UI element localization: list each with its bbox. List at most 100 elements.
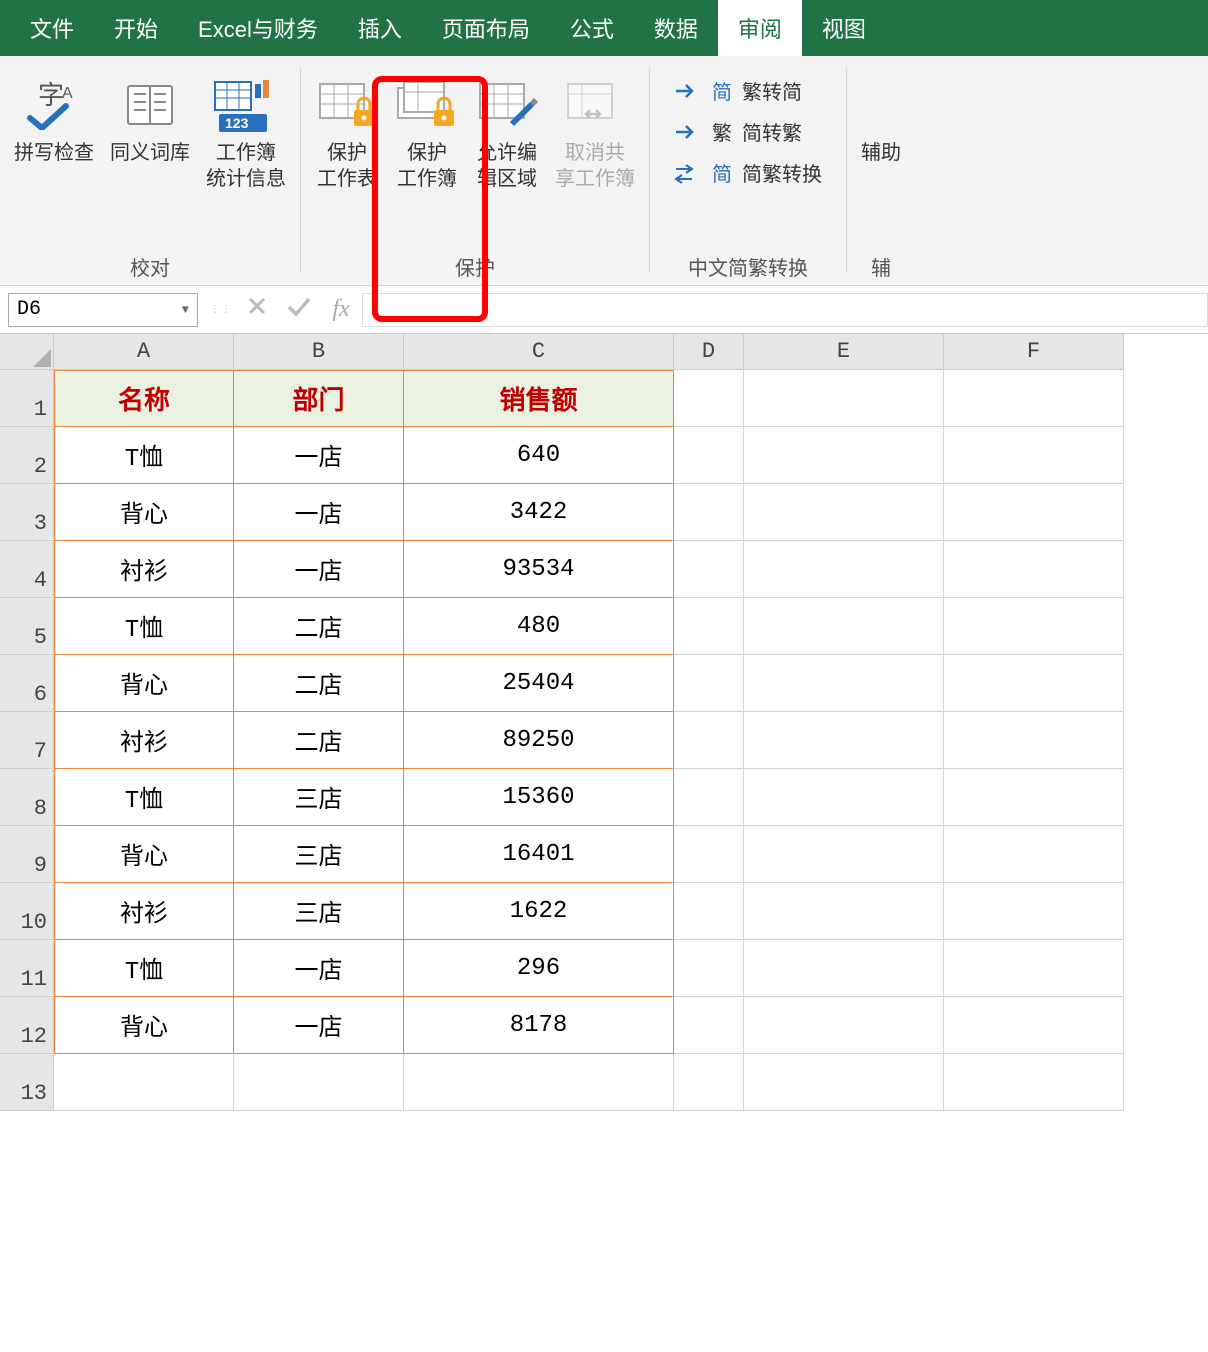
cell[interactable] (674, 541, 744, 598)
simp-to-trad-button[interactable]: 繁 简转繁 (674, 117, 822, 146)
menu-item-5[interactable]: 公式 (550, 0, 634, 56)
cell[interactable]: 销售额 (404, 370, 674, 427)
cell[interactable] (944, 1054, 1124, 1111)
cell[interactable]: 衬衫 (54, 541, 234, 598)
cell[interactable] (404, 1054, 674, 1111)
protect-sheet-button[interactable]: 保护 工作表 (307, 64, 387, 244)
cell[interactable] (944, 655, 1124, 712)
menu-item-8[interactable]: 视图 (802, 0, 886, 56)
select-all-corner[interactable] (0, 334, 54, 370)
cell[interactable] (744, 940, 944, 997)
cell[interactable]: T恤 (54, 598, 234, 655)
row-header[interactable]: 8 (0, 769, 54, 826)
cell[interactable] (674, 598, 744, 655)
cell[interactable]: 部门 (234, 370, 404, 427)
column-header[interactable]: D (674, 334, 744, 370)
cell[interactable] (744, 769, 944, 826)
cell[interactable]: 二店 (234, 712, 404, 769)
cell[interactable] (944, 484, 1124, 541)
cell[interactable] (944, 712, 1124, 769)
cell[interactable]: 三店 (234, 826, 404, 883)
thesaurus-button[interactable]: 同义词库 (102, 64, 198, 244)
row-header[interactable]: 10 (0, 883, 54, 940)
trad-to-simp-button[interactable]: 简 繁转简 (674, 76, 822, 105)
cell[interactable] (744, 484, 944, 541)
cell[interactable] (744, 826, 944, 883)
cell[interactable]: 一店 (234, 427, 404, 484)
cell[interactable]: 二店 (234, 598, 404, 655)
row-header[interactable]: 5 (0, 598, 54, 655)
dropdown-icon[interactable]: ▼ (182, 303, 189, 317)
cell[interactable]: 480 (404, 598, 674, 655)
name-box[interactable]: D6 ▼ (8, 293, 198, 327)
menu-item-3[interactable]: 插入 (338, 0, 422, 56)
cell[interactable]: 背心 (54, 997, 234, 1054)
cell[interactable]: 衬衫 (54, 712, 234, 769)
cell[interactable]: 一店 (234, 940, 404, 997)
cell[interactable] (744, 1054, 944, 1111)
cell[interactable]: 89250 (404, 712, 674, 769)
cell[interactable] (674, 484, 744, 541)
column-header[interactable]: B (234, 334, 404, 370)
row-header[interactable]: 6 (0, 655, 54, 712)
cell[interactable]: 93534 (404, 541, 674, 598)
row-header[interactable]: 12 (0, 997, 54, 1054)
cell[interactable] (944, 370, 1124, 427)
cell[interactable]: 640 (404, 427, 674, 484)
cell[interactable] (674, 997, 744, 1054)
cell[interactable] (674, 769, 744, 826)
fx-button[interactable]: fx (320, 296, 362, 323)
cell[interactable]: 二店 (234, 655, 404, 712)
row-header[interactable]: 1 (0, 370, 54, 427)
cell[interactable]: T恤 (54, 940, 234, 997)
cell[interactable]: 8178 (404, 997, 674, 1054)
column-header[interactable]: C (404, 334, 674, 370)
cell[interactable] (944, 427, 1124, 484)
formula-input[interactable] (362, 293, 1208, 327)
cell[interactable] (744, 883, 944, 940)
cell[interactable] (944, 883, 1124, 940)
cell[interactable]: 背心 (54, 826, 234, 883)
protect-workbook-button[interactable]: 保护 工作簿 (387, 64, 467, 244)
spellcheck-button[interactable]: 字 A 拼写检查 (6, 64, 102, 244)
cell[interactable] (944, 541, 1124, 598)
row-header[interactable]: 7 (0, 712, 54, 769)
cell[interactable] (744, 541, 944, 598)
cell[interactable] (674, 427, 744, 484)
menu-item-6[interactable]: 数据 (634, 0, 718, 56)
cell[interactable]: 衬衫 (54, 883, 234, 940)
cell[interactable] (944, 940, 1124, 997)
row-header[interactable]: 3 (0, 484, 54, 541)
cell[interactable]: 25404 (404, 655, 674, 712)
cell[interactable] (674, 370, 744, 427)
cell[interactable] (674, 883, 744, 940)
row-header[interactable]: 2 (0, 427, 54, 484)
cell[interactable]: 背心 (54, 484, 234, 541)
cell[interactable] (674, 826, 744, 883)
row-header[interactable]: 4 (0, 541, 54, 598)
cell[interactable]: 名称 (54, 370, 234, 427)
cell[interactable]: 一店 (234, 541, 404, 598)
cell[interactable] (744, 655, 944, 712)
cell[interactable] (674, 655, 744, 712)
cell[interactable]: 296 (404, 940, 674, 997)
menu-item-4[interactable]: 页面布局 (422, 0, 550, 56)
column-header[interactable]: E (744, 334, 944, 370)
cell[interactable]: 三店 (234, 883, 404, 940)
cell[interactable] (944, 826, 1124, 883)
menu-item-0[interactable]: 文件 (10, 0, 94, 56)
cell[interactable] (54, 1054, 234, 1111)
cancel-button[interactable] (236, 295, 278, 324)
accessibility-button[interactable]: 辅助 (853, 64, 909, 244)
menu-item-2[interactable]: Excel与财务 (178, 0, 338, 56)
cell[interactable]: T恤 (54, 769, 234, 826)
cell[interactable] (744, 997, 944, 1054)
cell[interactable]: 3422 (404, 484, 674, 541)
row-header[interactable]: 13 (0, 1054, 54, 1111)
cell[interactable]: 1622 (404, 883, 674, 940)
cell[interactable]: 15360 (404, 769, 674, 826)
cell[interactable] (674, 1054, 744, 1111)
menu-item-1[interactable]: 开始 (94, 0, 178, 56)
cell[interactable] (944, 997, 1124, 1054)
cell[interactable] (234, 1054, 404, 1111)
